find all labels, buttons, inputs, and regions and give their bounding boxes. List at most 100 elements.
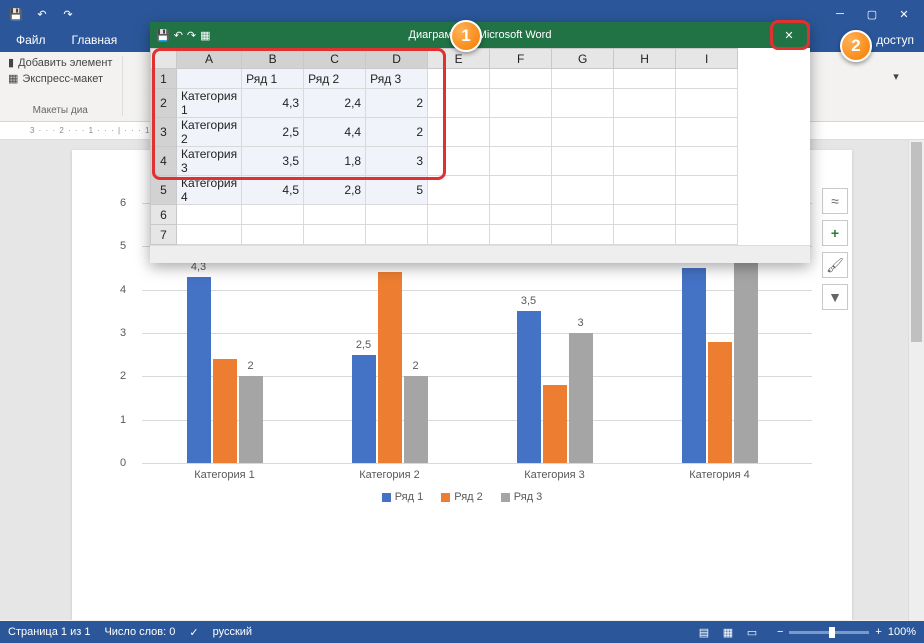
cell[interactable] — [552, 89, 614, 118]
cell[interactable] — [242, 205, 304, 225]
cell[interactable] — [304, 225, 366, 245]
bar[interactable]: 2 — [404, 376, 428, 463]
cell[interactable] — [552, 118, 614, 147]
cell[interactable] — [614, 147, 676, 176]
cell[interactable] — [490, 225, 552, 245]
cell[interactable] — [490, 89, 552, 118]
legend-item[interactable]: Ряд 2 — [441, 491, 483, 503]
cell[interactable] — [552, 225, 614, 245]
row-header[interactable]: 5 — [151, 176, 177, 205]
col-header[interactable]: E — [428, 49, 490, 69]
zoom-out-icon[interactable]: − — [777, 626, 783, 638]
cell[interactable] — [676, 176, 738, 205]
cell[interactable] — [614, 89, 676, 118]
excel-grid[interactable]: ABCDEFGHI1Ряд 1Ряд 2Ряд 32Категория 14,3… — [150, 48, 810, 245]
excel-table-icon[interactable]: ▦ — [200, 29, 210, 42]
redo-icon[interactable]: ↷ — [56, 2, 80, 26]
minimize-icon[interactable]: ─ — [824, 2, 856, 26]
cell[interactable]: 4,3 — [242, 89, 304, 118]
cell[interactable] — [614, 225, 676, 245]
cell[interactable]: Ряд 3 — [366, 69, 428, 89]
cell[interactable] — [428, 205, 490, 225]
ribbon-collapse-icon[interactable]: ▾ — [876, 56, 916, 96]
cell[interactable]: 1,8 — [304, 147, 366, 176]
excel-undo-icon[interactable]: ↶ — [174, 29, 183, 42]
status-proofing-icon[interactable]: ✓ — [189, 626, 198, 639]
bar[interactable]: 4,5 — [682, 268, 706, 463]
bar[interactable] — [543, 385, 567, 463]
cell[interactable]: 5 — [366, 176, 428, 205]
maximize-icon[interactable]: ▢ — [856, 2, 888, 26]
cell[interactable] — [490, 118, 552, 147]
cell[interactable]: 3 — [366, 147, 428, 176]
col-header[interactable]: A — [177, 49, 242, 69]
cell[interactable]: 2 — [366, 118, 428, 147]
excel-horizontal-scrollbar[interactable] — [150, 245, 810, 263]
cell[interactable] — [428, 147, 490, 176]
view-web-icon[interactable]: ▭ — [741, 623, 763, 641]
zoom-in-icon[interactable]: + — [875, 626, 881, 638]
cell[interactable] — [242, 225, 304, 245]
cell[interactable] — [490, 147, 552, 176]
chart-filter-icon[interactable]: ▼ — [822, 284, 848, 310]
cell[interactable] — [428, 176, 490, 205]
cell[interactable]: Категория 4 — [177, 176, 242, 205]
save-icon[interactable]: 💾 — [4, 2, 28, 26]
cell[interactable] — [552, 147, 614, 176]
cell[interactable]: Категория 3 — [177, 147, 242, 176]
cell[interactable] — [366, 205, 428, 225]
bar[interactable]: 5 — [734, 246, 758, 463]
cell[interactable] — [177, 225, 242, 245]
cell[interactable] — [428, 118, 490, 147]
row-header[interactable]: 2 — [151, 89, 177, 118]
close-icon[interactable]: ✕ — [888, 2, 920, 26]
cell[interactable] — [428, 89, 490, 118]
cell[interactable] — [552, 176, 614, 205]
row-header[interactable]: 3 — [151, 118, 177, 147]
cell[interactable] — [614, 205, 676, 225]
bar[interactable]: 3,5 — [517, 311, 541, 463]
undo-icon[interactable]: ↶ — [30, 2, 54, 26]
chart-styles-icon[interactable]: 🖌 — [822, 252, 848, 278]
col-header[interactable]: F — [490, 49, 552, 69]
cell[interactable] — [490, 176, 552, 205]
bar[interactable]: 3 — [569, 333, 593, 463]
bar[interactable] — [213, 359, 237, 463]
cell[interactable]: 2,4 — [304, 89, 366, 118]
chart-layout-icon[interactable]: ≈ — [822, 188, 848, 214]
cell[interactable]: Категория 2 — [177, 118, 242, 147]
zoom-level[interactable]: 100% — [888, 626, 916, 638]
view-read-icon[interactable]: ▤ — [693, 623, 715, 641]
cell[interactable]: 3,5 — [242, 147, 304, 176]
cell[interactable]: 4,4 — [304, 118, 366, 147]
zoom-slider[interactable] — [789, 631, 869, 634]
add-element-button[interactable]: ▮ Добавить элемент — [8, 56, 112, 69]
col-header[interactable]: I — [676, 49, 738, 69]
col-header[interactable]: D — [366, 49, 428, 69]
col-header[interactable]: B — [242, 49, 304, 69]
cell[interactable] — [552, 205, 614, 225]
cell[interactable] — [366, 225, 428, 245]
cell[interactable]: Ряд 1 — [242, 69, 304, 89]
cell[interactable] — [177, 69, 242, 89]
tab-home[interactable]: Главная — [66, 31, 124, 49]
cell[interactable]: 2,8 — [304, 176, 366, 205]
cell[interactable] — [676, 118, 738, 147]
view-print-icon[interactable]: ▦ — [717, 623, 739, 641]
chart-elements-icon[interactable]: + — [822, 220, 848, 246]
bar[interactable] — [378, 272, 402, 463]
excel-redo-icon[interactable]: ↷ — [187, 29, 196, 42]
col-header[interactable]: G — [552, 49, 614, 69]
row-header[interactable]: 1 — [151, 69, 177, 89]
bar[interactable] — [708, 342, 732, 463]
cell[interactable]: 2,5 — [242, 118, 304, 147]
cell[interactable] — [614, 118, 676, 147]
cell[interactable] — [490, 69, 552, 89]
cell[interactable] — [490, 205, 552, 225]
cell[interactable]: Ряд 2 — [304, 69, 366, 89]
cell[interactable] — [304, 205, 366, 225]
cell[interactable]: Категория 1 — [177, 89, 242, 118]
cell[interactable] — [614, 176, 676, 205]
bar[interactable]: 2,5 — [352, 355, 376, 463]
corner-header[interactable] — [151, 49, 177, 69]
